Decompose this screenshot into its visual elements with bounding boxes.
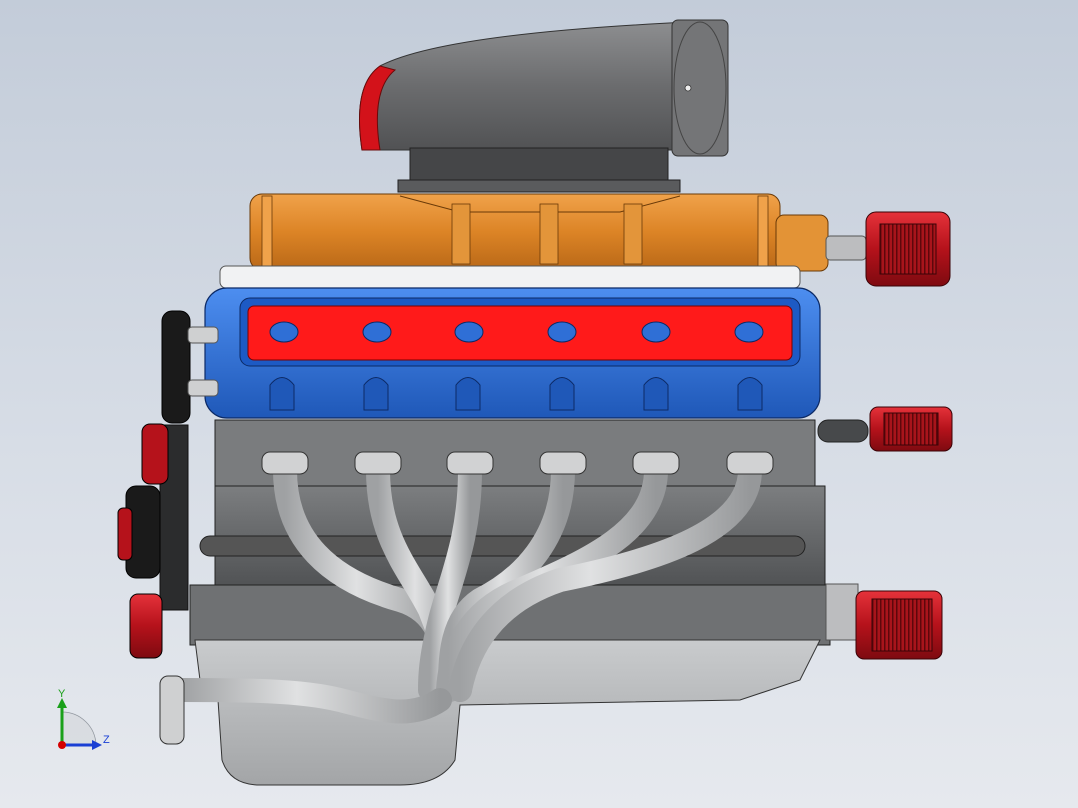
valve-cover-icon[interactable]: [204, 287, 821, 419]
coordinate-triad: Y Z: [57, 688, 110, 750]
supercharger-icon[interactable]: [219, 193, 867, 289]
intake-scoop-icon[interactable]: [358, 19, 729, 193]
triad-z-label: Z: [103, 734, 110, 746]
engine-model-canvas[interactable]: Y Z: [0, 0, 1078, 808]
oil-pan-icon[interactable]: [194, 639, 821, 786]
triad-y-label: Y: [58, 688, 66, 700]
x-axis-icon: [58, 741, 66, 749]
cad-graphics-viewport[interactable]: Y Z: [0, 0, 1078, 808]
